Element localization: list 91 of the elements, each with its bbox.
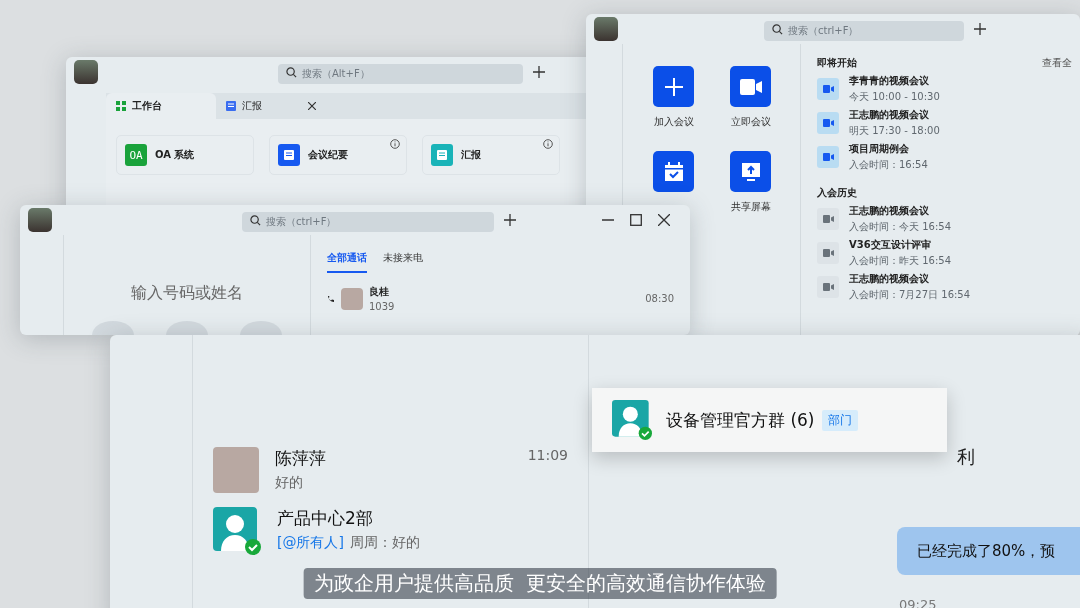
verified-group-avatar (612, 400, 652, 440)
meeting-time: 入会时间：今天 16:54 (849, 220, 951, 234)
search-icon (286, 66, 297, 78)
action-label: 加入会议 (653, 115, 694, 129)
calendar-icon (663, 161, 684, 182)
conversation-item[interactable]: 陈萍萍 11:09 好的 (213, 447, 568, 493)
meeting-action-button[interactable] (653, 66, 694, 107)
section-title: 入会历史 (817, 186, 857, 200)
conversation-item[interactable]: 产品中心2部 [@所有人] 周周：好的 (213, 507, 568, 555)
view-all-link[interactable]: 查看全 (1042, 56, 1072, 70)
meeting-title: 王志鹏的视频会议 (849, 204, 930, 218)
meeting-title: V36交互设计评审 (849, 238, 932, 252)
app-name: 会议纪要 (308, 148, 348, 162)
meeting-item[interactable]: 王志鹏的视频会议 明天 17:30 - 18:00 (817, 108, 1072, 138)
tab[interactable]: 全部通话 (327, 245, 367, 273)
video-camera-icon (739, 78, 762, 95)
action-label: 立即会议 (730, 115, 771, 129)
meeting-time: 明天 17:30 - 18:00 (849, 124, 940, 138)
close-icon[interactable] (308, 102, 316, 110)
mention-tag: [@所有人] (277, 534, 344, 552)
meeting-item[interactable]: 项目周期例会 入会时间：16:54 (817, 142, 1072, 172)
search-field[interactable]: 搜索（ctrl+F） (242, 211, 494, 232)
info-icon[interactable] (390, 139, 400, 149)
meeting-item[interactable]: 李青青的视频会议 今天 10:00 - 10:30 (817, 74, 1072, 104)
search-field[interactable]: 搜索（ctrl+F） (764, 20, 964, 41)
info-icon[interactable] (543, 139, 553, 149)
action-label: 共享屏幕 (730, 200, 771, 214)
conversation-name: 陈萍萍 (275, 447, 326, 470)
app-name: 汇报 (461, 148, 481, 162)
section-title: 即将开始 (817, 56, 857, 70)
meeting-time: 入会时间：16:54 (849, 158, 928, 172)
avatar[interactable] (74, 60, 98, 84)
department-tag: 部门 (822, 409, 859, 431)
subtitle-caption: 为政企用户提供高品质 更安全的高效通信协作体验 (303, 568, 777, 599)
meeting-title: 李青青的视频会议 (849, 74, 930, 88)
meeting-title: 项目周期例会 (849, 142, 910, 156)
photo-placeholder (341, 287, 363, 310)
conversation-name: 产品中心2部 (277, 507, 373, 530)
meeting-title: 王志鹏的视频会议 (849, 272, 930, 286)
tab[interactable]: 汇报 (216, 93, 326, 119)
dial-input-field[interactable]: 输入号码或姓名 (85, 282, 289, 303)
plus-icon[interactable] (504, 214, 516, 226)
app-card[interactable]: 汇报 (422, 135, 560, 175)
document-icon (226, 101, 236, 111)
text-fragment: 利 (957, 445, 975, 469)
phone-icon (327, 294, 335, 303)
search-icon (250, 214, 261, 226)
video-camera-icon (822, 153, 834, 161)
video-camera-icon (822, 119, 834, 127)
video-camera-icon (822, 85, 834, 93)
maximize-icon[interactable] (630, 214, 642, 226)
app-name: OA 系统 (155, 148, 195, 162)
close-icon[interactable] (658, 214, 670, 226)
photo-placeholder (213, 447, 259, 493)
app-logo: OA (125, 144, 147, 166)
message-bubble: 已经完成了80%，预 (897, 527, 1080, 575)
video-camera-icon (822, 283, 834, 291)
grid-icon (116, 101, 126, 111)
group-name: 设备管理官方群 (6) (666, 408, 815, 432)
avatar[interactable] (594, 17, 618, 41)
video-camera-icon (822, 215, 834, 223)
meeting-time: 今天 10:00 - 10:30 (849, 90, 940, 104)
plus-icon[interactable] (974, 23, 986, 35)
conversation-time: 11:09 (527, 447, 568, 465)
search-field[interactable]: 搜索（Alt+F） (278, 63, 523, 84)
meeting-item[interactable]: V36交互设计评审 入会时间：昨天 16:54 (817, 238, 1072, 268)
search-icon (772, 23, 783, 35)
tab[interactable]: 未接来电 (383, 245, 423, 273)
app-card[interactable]: 会议纪要 (269, 135, 407, 175)
app-card[interactable]: OA OA 系统 (116, 135, 254, 175)
tab[interactable]: 工作台 (106, 93, 216, 119)
meeting-action-button[interactable] (730, 151, 771, 192)
message-preview: 周周：好的 (349, 534, 420, 552)
meeting-time: 入会时间：7月27日 16:54 (849, 288, 971, 302)
call-item[interactable]: 良桂 1039 08:30 (327, 285, 674, 312)
call-time: 08:30 (645, 293, 674, 304)
plus-icon[interactable] (533, 66, 545, 78)
avatar[interactable] (28, 208, 52, 232)
message-preview: 好的 (275, 474, 303, 492)
caller-name: 良桂 (369, 285, 390, 299)
group-card[interactable]: 设备管理官方群 (6) 部门 (592, 388, 947, 452)
meeting-time: 入会时间：昨天 16:54 (849, 254, 951, 268)
meeting-action-button[interactable] (730, 66, 771, 107)
meeting-title: 王志鹏的视频会议 (849, 108, 930, 122)
meeting-item[interactable]: 王志鹏的视频会议 入会时间：今天 16:54 (817, 204, 1072, 234)
meeting-action-button[interactable] (653, 151, 694, 192)
screen-share-icon (740, 161, 761, 182)
video-camera-icon (822, 249, 834, 257)
caller-number: 1039 (369, 301, 395, 312)
verified-group-avatar (213, 507, 261, 555)
meeting-item[interactable]: 王志鹏的视频会议 入会时间：7月27日 16:54 (817, 272, 1072, 302)
